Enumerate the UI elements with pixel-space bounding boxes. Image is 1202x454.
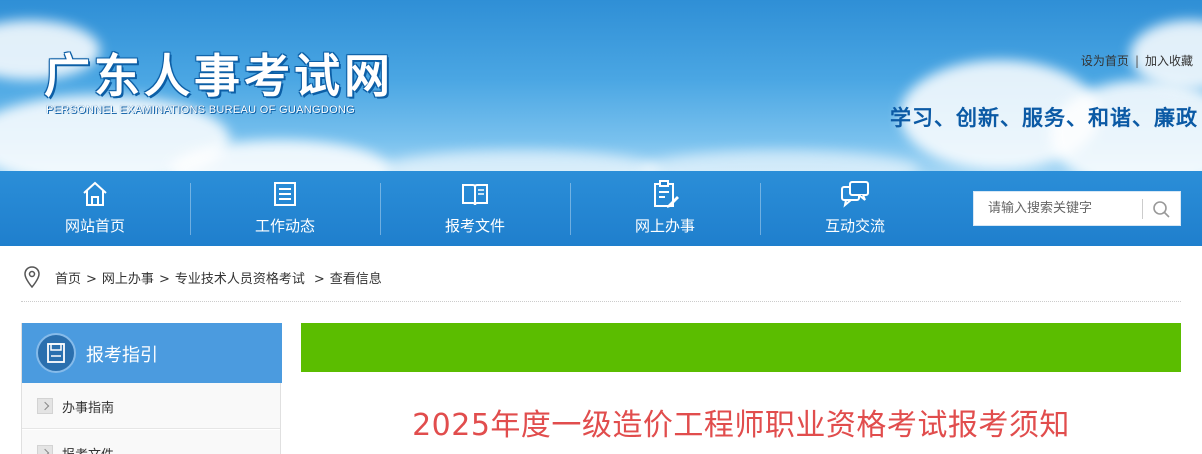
sidebar-header: 报考指引 [22,323,282,383]
breadcrumb-separator: > [158,272,170,287]
nav-item-home[interactable]: 网站首页 [0,171,190,246]
breadcrumb-current: 查看信息 [329,272,382,287]
sidebar: 报考指引 办事指南 报考文件 [21,323,282,454]
nav-item-online-services[interactable]: 网上办事 [570,171,760,246]
main-nav: 网站首页 工作动态 报考文件 网上办事 互动交流 请输入搜索关键字 [0,171,1202,246]
news-list-icon [274,182,296,206]
chevron-right-icon [37,398,53,414]
home-icon [83,181,107,206]
set-homepage-link[interactable]: 设为首页 [1081,54,1129,68]
article-title: 2025年度一级造价工程师职业资格考试报考须知 [412,408,1070,443]
breadcrumb-online-services[interactable]: 网上办事 [102,272,154,287]
site-logo-chinese[interactable]: 广东人事考试网 [44,40,394,106]
sidebar-item-label: 报考文件 [62,444,114,454]
slogan: 学习、创新、服务、和谐、廉政 [890,106,1198,130]
chevron-right-icon [37,445,53,454]
breadcrumb-home[interactable]: 首页 [55,272,81,287]
nav-label: 工作动态 [254,217,315,235]
nav-item-work-news[interactable]: 工作动态 [190,171,380,246]
site-logo-english: PERSONNEL EXAMINATIONS BUREAU OF GUANGDO… [46,104,356,116]
search-divider [1142,199,1143,219]
header-banner: 广东人事考试网 PERSONNEL EXAMINATIONS BUREAU OF… [0,0,1202,176]
nav-item-exam-docs[interactable]: 报考文件 [380,171,570,246]
search-input[interactable] [974,192,1142,225]
sidebar-item-exam-docs[interactable]: 报考文件 [22,430,280,454]
breadcrumb-professional-exam[interactable]: 专业技术人员资格考试 [175,272,305,287]
top-links: 设为首页 | 加入收藏 [1081,52,1193,69]
sidebar-item-guide[interactable]: 办事指南 [22,383,280,429]
clipboard-edit-icon [654,180,679,208]
breadcrumb-separator: > [313,272,325,287]
add-favorite-link[interactable]: 加入收藏 [1145,54,1193,68]
nav-label: 网上办事 [634,217,695,235]
breadcrumb: 首页 > 网上办事 > 专业技术人员资格考试 > 查看信息 [21,262,1181,302]
sidebar-title: 报考指引 [86,345,158,366]
chat-bubbles-icon [841,181,869,208]
search-icon[interactable] [1148,197,1174,221]
location-pin-icon [24,266,40,288]
nav-label: 网站首页 [64,217,125,235]
content-header-bar [301,323,1181,372]
link-separator: | [1134,54,1139,68]
book-icon [462,184,488,206]
search-box [973,191,1181,226]
guide-badge [36,333,76,373]
nav-label: 报考文件 [444,217,505,235]
disk-icon [47,343,65,363]
breadcrumb-separator: > [86,272,97,287]
breadcrumb-path: 首页 > 网上办事 > 专业技术人员资格考试 > 查看信息 [55,268,382,287]
sidebar-item-label: 办事指南 [62,401,115,416]
nav-label: 互动交流 [824,217,885,235]
nav-item-interaction[interactable]: 互动交流 [760,171,950,246]
